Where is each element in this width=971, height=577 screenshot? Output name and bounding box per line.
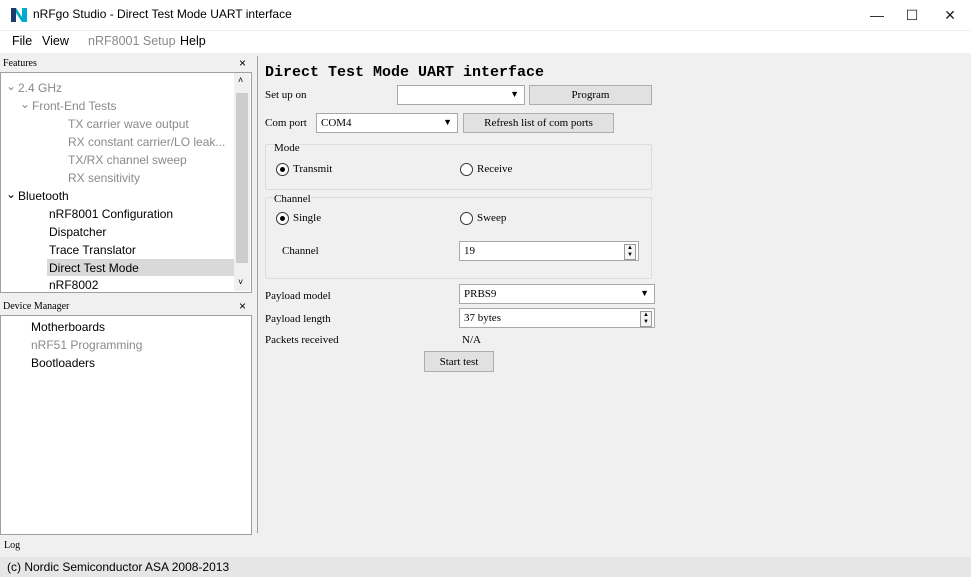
- setup-combo[interactable]: ▼: [397, 85, 525, 105]
- setup-label: Set up on: [265, 89, 307, 101]
- tree-expander-icon[interactable]: ⌄: [20, 97, 30, 111]
- dropdown-arrow-icon: ▼: [510, 89, 519, 99]
- minimize-button[interactable]: —: [862, 4, 892, 26]
- menu-view[interactable]: View: [42, 34, 69, 48]
- tree-item-nrf51-programming[interactable]: nRF51 Programming: [31, 338, 142, 352]
- copyright-text: (c) Nordic Semiconductor ASA 2008-2013: [7, 560, 230, 574]
- device-manager-title: Device Manager: [3, 301, 70, 312]
- menu-file[interactable]: File: [12, 34, 32, 48]
- device-manager-header: Device Manager ×: [0, 299, 252, 315]
- channel-spinbox[interactable]: 19 ▲ ▼: [459, 241, 639, 261]
- payload-length-label: Payload length: [265, 313, 331, 325]
- payload-length-spinbox[interactable]: 37 bytes ▲ ▼: [459, 308, 655, 328]
- status-bar: (c) Nordic Semiconductor ASA 2008-2013: [0, 557, 971, 577]
- tree-item-dispatcher[interactable]: Dispatcher: [49, 225, 106, 239]
- payload-model-value: PRBS9: [464, 288, 497, 300]
- transmit-label[interactable]: Transmit: [293, 163, 332, 175]
- transmit-radio[interactable]: [276, 163, 289, 176]
- sweep-label[interactable]: Sweep: [477, 212, 506, 224]
- channel-label: Channel: [282, 245, 319, 257]
- maximize-button[interactable]: ☐: [897, 4, 927, 26]
- close-icon: ✕: [944, 6, 956, 23]
- tree-item-tx-carrier[interactable]: TX carrier wave output: [68, 117, 189, 131]
- scroll-down-icon[interactable]: ˅: [238, 277, 243, 287]
- tree-item-txrx-sweep[interactable]: TX/RX channel sweep: [68, 153, 187, 167]
- mode-group-title: Mode: [274, 142, 300, 154]
- menu-help[interactable]: Help: [180, 34, 206, 48]
- dtm-main-panel: Direct Test Mode UART interface Set up o…: [257, 56, 971, 533]
- features-panel-close-icon[interactable]: ×: [239, 56, 246, 70]
- payload-length-value: 37 bytes: [464, 312, 501, 324]
- dropdown-arrow-icon: ▼: [640, 288, 649, 298]
- tree-expander-icon[interactable]: ⌄: [6, 79, 16, 93]
- single-label[interactable]: Single: [293, 212, 321, 224]
- window-title: nRFgo Studio - Direct Test Mode UART int…: [33, 7, 292, 21]
- packets-received-label: Packets received: [265, 334, 339, 346]
- tree-item-trace-translator[interactable]: Trace Translator: [49, 243, 136, 257]
- tree-item-direct-test-mode[interactable]: Direct Test Mode: [49, 261, 139, 275]
- maximize-icon: ☐: [905, 6, 919, 23]
- dropdown-arrow-icon: ▼: [443, 117, 452, 127]
- refresh-com-ports-button[interactable]: Refresh list of com ports: [463, 113, 614, 133]
- device-manager-close-icon[interactable]: ×: [239, 299, 246, 313]
- nrfgo-app-icon: [11, 8, 27, 22]
- tree-item-rx-sensitivity[interactable]: RX sensitivity: [68, 171, 140, 185]
- features-tree: ⌄ 2.4 GHz ⌄ Front-End Tests TX carrier w…: [0, 72, 252, 293]
- payload-model-label: Payload model: [265, 290, 331, 302]
- channel-group-title: Channel: [274, 193, 311, 205]
- tree-item-nrf8001-config[interactable]: nRF8001 Configuration: [49, 207, 173, 221]
- com-port-combo[interactable]: COM4 ▼: [316, 113, 458, 133]
- menu-bar: File View nRF8001 Setup Help: [0, 31, 971, 53]
- page-title: Direct Test Mode UART interface: [265, 64, 545, 81]
- tree-item-2-4ghz[interactable]: 2.4 GHz: [18, 81, 62, 95]
- tree-item-rx-constant-carrier[interactable]: RX constant carrier/LO leak...: [68, 135, 225, 149]
- device-manager-tree: Motherboards nRF51 Programming Bootloade…: [0, 315, 252, 535]
- tree-item-front-end-tests[interactable]: Front-End Tests: [32, 99, 116, 113]
- tree-item-bluetooth[interactable]: Bluetooth: [18, 189, 69, 203]
- features-panel-header: Features ×: [0, 56, 252, 72]
- features-panel-title: Features: [3, 58, 37, 69]
- tree-item-nrf8002[interactable]: nRF8002: [49, 278, 98, 292]
- sweep-radio[interactable]: [460, 212, 473, 225]
- receive-label[interactable]: Receive: [477, 163, 512, 175]
- com-port-label: Com port: [265, 117, 307, 129]
- scrollbar-thumb[interactable]: [236, 93, 248, 263]
- spin-arrows-icon[interactable]: ▲ ▼: [640, 311, 652, 327]
- tree-expander-icon[interactable]: ⌄: [6, 187, 16, 201]
- packets-received-value: N/A: [462, 334, 481, 346]
- single-radio[interactable]: [276, 212, 289, 225]
- spin-arrows-icon[interactable]: ▲ ▼: [624, 244, 636, 260]
- tree-item-motherboards[interactable]: Motherboards: [31, 320, 105, 334]
- channel-value: 19: [464, 245, 475, 257]
- minimize-icon: —: [870, 7, 884, 23]
- payload-model-combo[interactable]: PRBS9 ▼: [459, 284, 655, 304]
- start-test-button[interactable]: Start test: [424, 351, 494, 372]
- tree-item-bootloaders[interactable]: Bootloaders: [31, 356, 95, 370]
- title-bar: nRFgo Studio - Direct Test Mode UART int…: [0, 0, 971, 30]
- log-panel-header: Log: [0, 536, 971, 555]
- features-scrollbar[interactable]: ˄ ˅: [234, 73, 250, 291]
- receive-radio[interactable]: [460, 163, 473, 176]
- menu-nrf8001-setup[interactable]: nRF8001 Setup: [88, 34, 176, 48]
- channel-group: [265, 197, 652, 279]
- log-title: Log: [4, 540, 21, 551]
- close-button[interactable]: ✕: [935, 4, 965, 26]
- program-button[interactable]: Program: [529, 85, 652, 105]
- com-port-value: COM4: [321, 117, 352, 129]
- scroll-up-icon[interactable]: ˄: [238, 75, 243, 85]
